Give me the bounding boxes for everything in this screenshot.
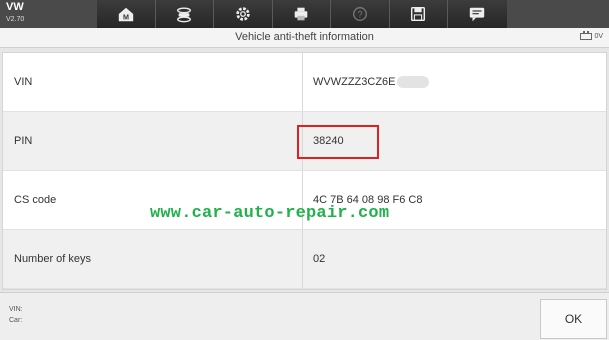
home-icon: M <box>118 7 133 21</box>
row-value: 02 <box>313 253 326 265</box>
table-row: VIN WVWZZZ3CZ6E <box>3 53 606 112</box>
ok-button[interactable]: OK <box>540 299 607 339</box>
row-label: VIN <box>3 53 303 111</box>
svg-text:?: ? <box>357 10 362 20</box>
message-button[interactable] <box>448 0 507 28</box>
save-icon <box>411 6 426 22</box>
settings-icon <box>236 7 250 21</box>
redacted-blur <box>396 76 429 88</box>
print-icon <box>294 7 308 21</box>
title-bar: Vehicle anti-theft information 0V <box>0 28 609 48</box>
toolbar: M ? <box>97 0 507 28</box>
settings-button[interactable] <box>214 0 273 28</box>
brand: VW V2.70 <box>6 1 25 24</box>
page-title: Vehicle anti-theft information <box>235 31 374 43</box>
vehicle-info: VIN: Car: <box>9 304 23 326</box>
vehicle-make: VW <box>6 1 24 13</box>
message-icon <box>470 7 485 22</box>
top-bar: VW V2.70 M ? <box>0 0 609 28</box>
svg-text:M: M <box>123 12 129 21</box>
battery-icon <box>580 31 593 40</box>
save-button[interactable] <box>389 0 448 28</box>
help-button[interactable]: ? <box>331 0 390 28</box>
row-value: WVWZZZ3CZ6E <box>303 53 606 111</box>
row-label: Number of keys <box>3 230 303 288</box>
battery-indicator: 0V <box>580 31 603 40</box>
footer-vin-label: VIN: <box>9 306 23 313</box>
row-label: PIN <box>3 112 303 170</box>
pin-highlight-box <box>297 125 379 159</box>
help-icon: ? <box>352 7 367 21</box>
anti-theft-table: VIN WVWZZZ3CZ6E PIN 38240 CS code 4C 7B … <box>2 52 607 290</box>
home-button[interactable]: M <box>97 0 156 28</box>
table-row: Number of keys 02 <box>3 230 606 289</box>
vehicle-swap-icon <box>177 7 192 23</box>
footer-car-label: Car: <box>9 317 23 324</box>
battery-voltage: 0V <box>594 33 603 40</box>
vin-value: WVWZZZ3CZ6E <box>313 76 396 88</box>
footer: VIN: Car: OK <box>0 292 609 340</box>
print-button[interactable] <box>272 0 331 28</box>
software-version: V2.70 <box>6 16 25 23</box>
vehicle-swap-button[interactable] <box>155 0 214 28</box>
watermark: www.car-auto-repair.com <box>150 204 390 223</box>
